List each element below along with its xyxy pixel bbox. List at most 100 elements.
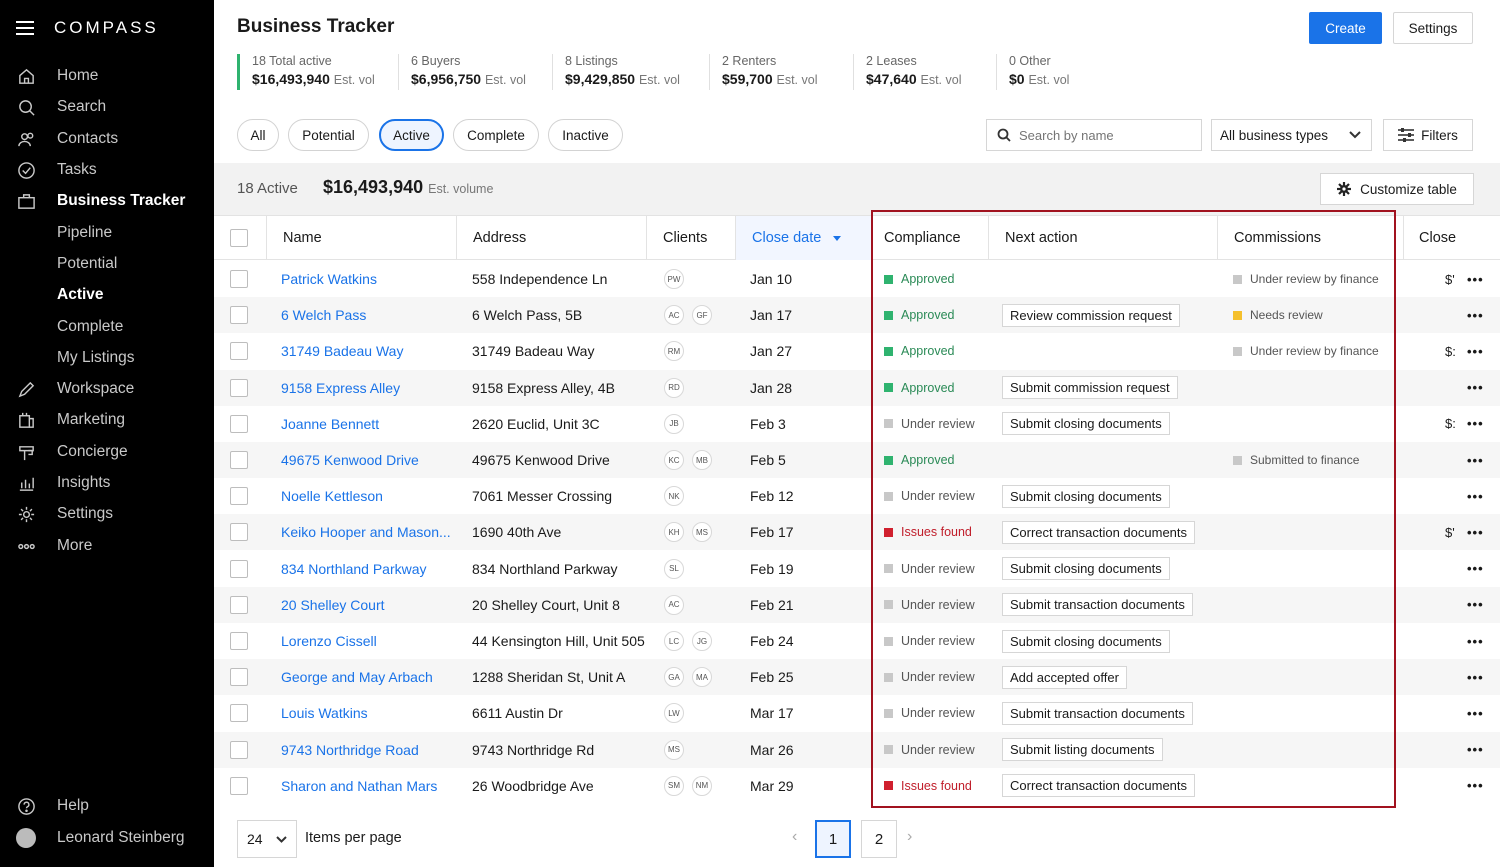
sidebar-item-search[interactable]: Search <box>0 92 214 122</box>
row-name-link[interactable]: 834 Northland Parkway <box>281 561 427 577</box>
next-page-icon[interactable]: › <box>907 828 912 846</box>
row-name-link[interactable]: 20 Shelley Court <box>281 597 385 613</box>
sidebar-user[interactable]: Leonard Steinberg <box>0 823 214 853</box>
col-name[interactable]: Name <box>266 216 456 260</box>
more-icon[interactable]: ••• <box>1467 742 1484 757</box>
table-row[interactable]: Sharon and Nathan Mars 26 Woodbridge Ave S… <box>214 768 1500 804</box>
filter-chip-potential[interactable]: Potential <box>288 119 369 151</box>
next-action-button[interactable]: Correct transaction documents <box>1002 774 1196 798</box>
more-icon[interactable]: ••• <box>1467 778 1484 793</box>
more-icon[interactable]: ••• <box>1467 416 1484 431</box>
items-per-page-select[interactable]: 24 <box>237 820 297 858</box>
sidebar-item-pipeline[interactable]: Pipeline <box>0 218 214 248</box>
row-checkbox[interactable] <box>230 270 248 288</box>
next-action-button[interactable]: Submit commission request <box>1002 376 1178 400</box>
row-checkbox[interactable] <box>230 740 248 759</box>
table-row[interactable]: Lorenzo Cissell 44 Kensington Hill, Unit … <box>214 623 1500 659</box>
col-close-date[interactable]: Close date <box>735 216 871 260</box>
business-type-select[interactable]: All business types <box>1211 119 1372 151</box>
table-row[interactable]: 6 Welch Pass 6 Welch Pass, 5B AC GF Jan 17 Ap… <box>214 297 1500 334</box>
row-name-link[interactable]: 31749 Badeau Way <box>281 343 403 359</box>
filter-chip-all[interactable]: All <box>237 119 279 151</box>
table-row[interactable]: 20 Shelley Court 20 Shelley Court, Unit 8… <box>214 586 1500 623</box>
more-icon[interactable]: ••• <box>1467 380 1484 395</box>
next-action-button[interactable]: Add accepted offer <box>1002 665 1127 689</box>
more-icon[interactable]: ••• <box>1467 308 1484 323</box>
sidebar-item-home[interactable]: Home <box>0 61 214 91</box>
row-name-link[interactable]: Keiko Hooper and Mason... <box>281 524 451 540</box>
row-checkbox[interactable] <box>230 451 248 469</box>
sidebar-item-active[interactable]: Active <box>0 280 214 310</box>
more-icon[interactable]: ••• <box>1467 670 1484 685</box>
prev-page-icon[interactable]: ‹ <box>792 828 797 846</box>
client-avatar[interactable]: RD <box>664 377 684 398</box>
row-name-link[interactable]: 49675 Kenwood Drive <box>281 452 419 468</box>
row-checkbox[interactable] <box>230 704 248 723</box>
row-name-link[interactable]: Louis Watkins <box>281 705 368 721</box>
page-2[interactable]: 2 <box>861 820 897 858</box>
row-checkbox[interactable] <box>230 776 248 795</box>
search-input[interactable] <box>1019 127 1189 143</box>
more-icon[interactable]: ••• <box>1467 634 1484 649</box>
table-row[interactable]: Keiko Hooper and Mason... 1690 40th Ave KH… <box>214 514 1500 551</box>
next-action-button[interactable]: Submit closing documents <box>1002 412 1170 436</box>
sidebar-item-insights[interactable]: Insights <box>0 468 214 498</box>
row-checkbox[interactable] <box>230 523 248 542</box>
row-name-link[interactable]: 9743 Northridge Road <box>281 742 419 758</box>
client-avatar[interactable]: NK <box>664 486 684 507</box>
sidebar-item-marketing[interactable]: Marketing <box>0 405 214 435</box>
col-clients[interactable]: Clients <box>646 216 735 260</box>
table-row[interactable]: Louis Watkins 6611 Austin Dr LW Mar 17 Under… <box>214 695 1500 731</box>
row-name-link[interactable]: Sharon and Nathan Mars <box>281 778 437 794</box>
client-avatar[interactable]: AC <box>664 594 684 615</box>
row-name-link[interactable]: 9158 Express Alley <box>281 380 400 396</box>
client-avatar[interactable]: GA <box>664 667 684 688</box>
col-close[interactable]: Close <box>1403 216 1500 260</box>
sidebar-item-help[interactable]: Help <box>0 791 214 821</box>
customize-table-button[interactable]: Customize table <box>1320 173 1474 205</box>
client-avatar[interactable]: JB <box>664 413 684 434</box>
sidebar-item-business-tracker[interactable]: Business Tracker <box>0 186 214 216</box>
search-box[interactable] <box>986 119 1202 151</box>
sidebar-item-settings[interactable]: Settings <box>0 499 214 529</box>
row-name-link[interactable]: Noelle Kettleson <box>281 488 383 504</box>
table-row[interactable]: 834 Northland Parkway 834 Northland Parkw… <box>214 551 1500 587</box>
row-checkbox[interactable] <box>230 632 248 650</box>
sidebar-item-tasks[interactable]: Tasks <box>0 155 214 185</box>
row-checkbox[interactable] <box>230 306 248 325</box>
more-icon[interactable]: ••• <box>1467 561 1484 576</box>
next-action-button[interactable]: Submit closing documents <box>1002 557 1170 581</box>
client-avatar[interactable]: NM <box>692 775 712 796</box>
table-row[interactable]: 49675 Kenwood Drive 49675 Kenwood Drive KC… <box>214 442 1500 478</box>
client-avatar[interactable]: KH <box>664 522 684 543</box>
settings-button[interactable]: Settings <box>1393 12 1473 44</box>
table-row[interactable]: 9743 Northridge Road 9743 Northridge Rd MS… <box>214 731 1500 768</box>
table-row[interactable]: Patrick Watkins 558 Independence Ln PW Jan … <box>214 261 1500 297</box>
sidebar-item-concierge[interactable]: Concierge <box>0 437 214 467</box>
next-action-button[interactable]: Submit closing documents <box>1002 629 1170 653</box>
table-row[interactable]: George and May Arbach 1288 Sheridan St, U… <box>214 659 1500 696</box>
table-row[interactable]: Noelle Kettleson 7061 Messer Crossing NK Fe… <box>214 478 1500 514</box>
row-name-link[interactable]: Joanne Bennett <box>281 416 379 432</box>
row-checkbox[interactable] <box>230 414 248 433</box>
sidebar-item-workspace[interactable]: Workspace <box>0 374 214 404</box>
client-avatar[interactable]: SM <box>664 775 684 796</box>
row-checkbox[interactable] <box>230 595 248 614</box>
page-1[interactable]: 1 <box>815 820 851 858</box>
more-icon[interactable]: ••• <box>1467 489 1484 504</box>
client-avatar[interactable]: MA <box>692 667 712 688</box>
client-avatar[interactable]: MS <box>664 739 684 760</box>
row-checkbox[interactable] <box>230 668 248 687</box>
row-name-link[interactable]: 6 Welch Pass <box>281 307 366 323</box>
create-button[interactable]: Create <box>1309 12 1382 44</box>
next-action-button[interactable]: Submit transaction documents <box>1002 701 1193 725</box>
client-avatar[interactable]: MS <box>692 522 712 543</box>
row-name-link[interactable]: Lorenzo Cissell <box>281 633 377 649</box>
next-action-button[interactable]: Review commission request <box>1002 303 1180 327</box>
sidebar-item-more[interactable]: More <box>0 531 214 561</box>
col-next-action[interactable]: Next action <box>988 216 1217 260</box>
next-action-button[interactable]: Submit transaction documents <box>1002 593 1193 617</box>
client-avatar[interactable]: LW <box>664 703 684 724</box>
col-address[interactable]: Address <box>456 216 646 260</box>
client-avatar[interactable]: SL <box>664 558 684 579</box>
